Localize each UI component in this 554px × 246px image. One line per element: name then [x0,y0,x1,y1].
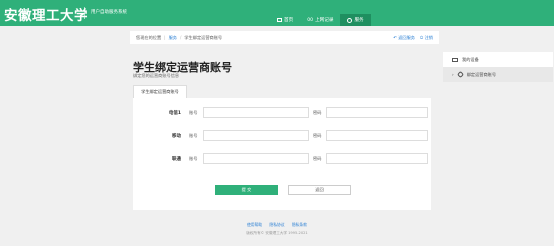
main-nav: 首页 00 上网记录 服务 [270,14,371,26]
nav-online-records-label: 上网记录 [315,18,334,23]
account-label: 账号 [189,156,198,161]
logo-divider [84,7,85,19]
breadcrumb-current: 学生绑定运营商账号 [184,35,223,40]
nav-home-label: 首页 [284,18,294,23]
account-label: 账号 [189,133,198,138]
submit-button[interactable]: 提 交 [215,185,278,195]
top-links: ↶ 返回服务 ⏻ 注销 [393,35,433,41]
sidebar-item-bind-carrier[interactable]: › 绑定运营商账号 [443,67,553,82]
back-button[interactable]: 返回 [288,185,351,195]
sidebar-item-label: 我的设备 [462,56,479,62]
telecom-password-input[interactable] [326,107,428,118]
sidebar: 我的设备 › 绑定运营商账号 [443,52,553,82]
link-icon [456,70,464,79]
mobile-password-input[interactable] [326,130,428,141]
gear-icon [347,17,353,23]
nav-online-records[interactable]: 00 上网记录 [300,14,340,26]
breadcrumb-prefix: 您现在的位置 [136,35,162,40]
password-label: 密码 [313,156,322,161]
hash-icon: 00 [307,17,314,23]
footer-copyright: 版权所有© 安徽理工大学 1995-2021 [246,231,308,235]
back-to-service-link[interactable]: ↶ 返回服务 [393,35,415,41]
unicom-account-input[interactable] [203,153,309,164]
sidebar-item-label: 绑定运营商账号 [466,71,497,77]
mobile-account-input[interactable] [203,130,309,141]
carrier-label: 电信1 [168,111,181,116]
password-label: 密码 [313,110,322,115]
bind-form: 电信1 账号 密码 移动 账号 密码 联通 账号 密码 提 交 返回 [133,98,431,210]
unicom-password-input[interactable] [326,153,428,164]
carrier-label: 联通 [172,157,181,162]
nav-service-label: 服务 [354,18,364,23]
carrier-label: 移动 [172,134,181,139]
university-logo[interactable]: 安徽理工大学 [4,4,88,24]
logout-link[interactable]: ⏻ 注销 [420,35,433,41]
password-label: 密码 [313,133,322,138]
sidebar-item-my-devices[interactable]: 我的设备 [443,52,553,67]
home-icon [277,18,282,22]
tab-bind-carrier[interactable]: 学生绑定运营商账号 [133,85,187,98]
breadcrumb: 您现在的位置 | 服务 / 学生绑定运营商账号 [136,35,223,40]
footer-link-help[interactable]: 使用帮助 [247,222,262,227]
carrier-row-telecom: 电信1 账号 密码 [133,107,431,118]
breadcrumb-service-link[interactable]: 服务 [169,35,177,40]
nav-service[interactable]: 服务 [340,14,371,26]
account-label: 账号 [189,110,198,115]
footer-link-privacy-terms[interactable]: 隐私条款 [292,222,307,227]
page-description: 绑定您的运营商账号信息 [133,73,180,78]
chevron-right-icon: › [452,72,454,77]
nav-home[interactable]: 首页 [270,14,300,26]
system-subtitle: 用户自助服务系统 [91,10,127,15]
breadcrumb-bar: 您现在的位置 | 服务 / 学生绑定运营商账号 ↶ 返回服务 ⏻ 注销 [130,31,439,44]
carrier-row-unicom: 联通 账号 密码 [133,153,431,164]
device-icon [452,57,458,62]
carrier-row-mobile: 移动 账号 密码 [133,130,431,141]
top-header: 安徽理工大学 用户自助服务系统 首页 00 上网记录 服务 [0,0,554,26]
footer-links: 使用帮助 隐私协议 隐私条款 [0,222,554,228]
footer-link-privacy-agreement[interactable]: 隐私协议 [269,222,284,227]
telecom-account-input[interactable] [203,107,309,118]
